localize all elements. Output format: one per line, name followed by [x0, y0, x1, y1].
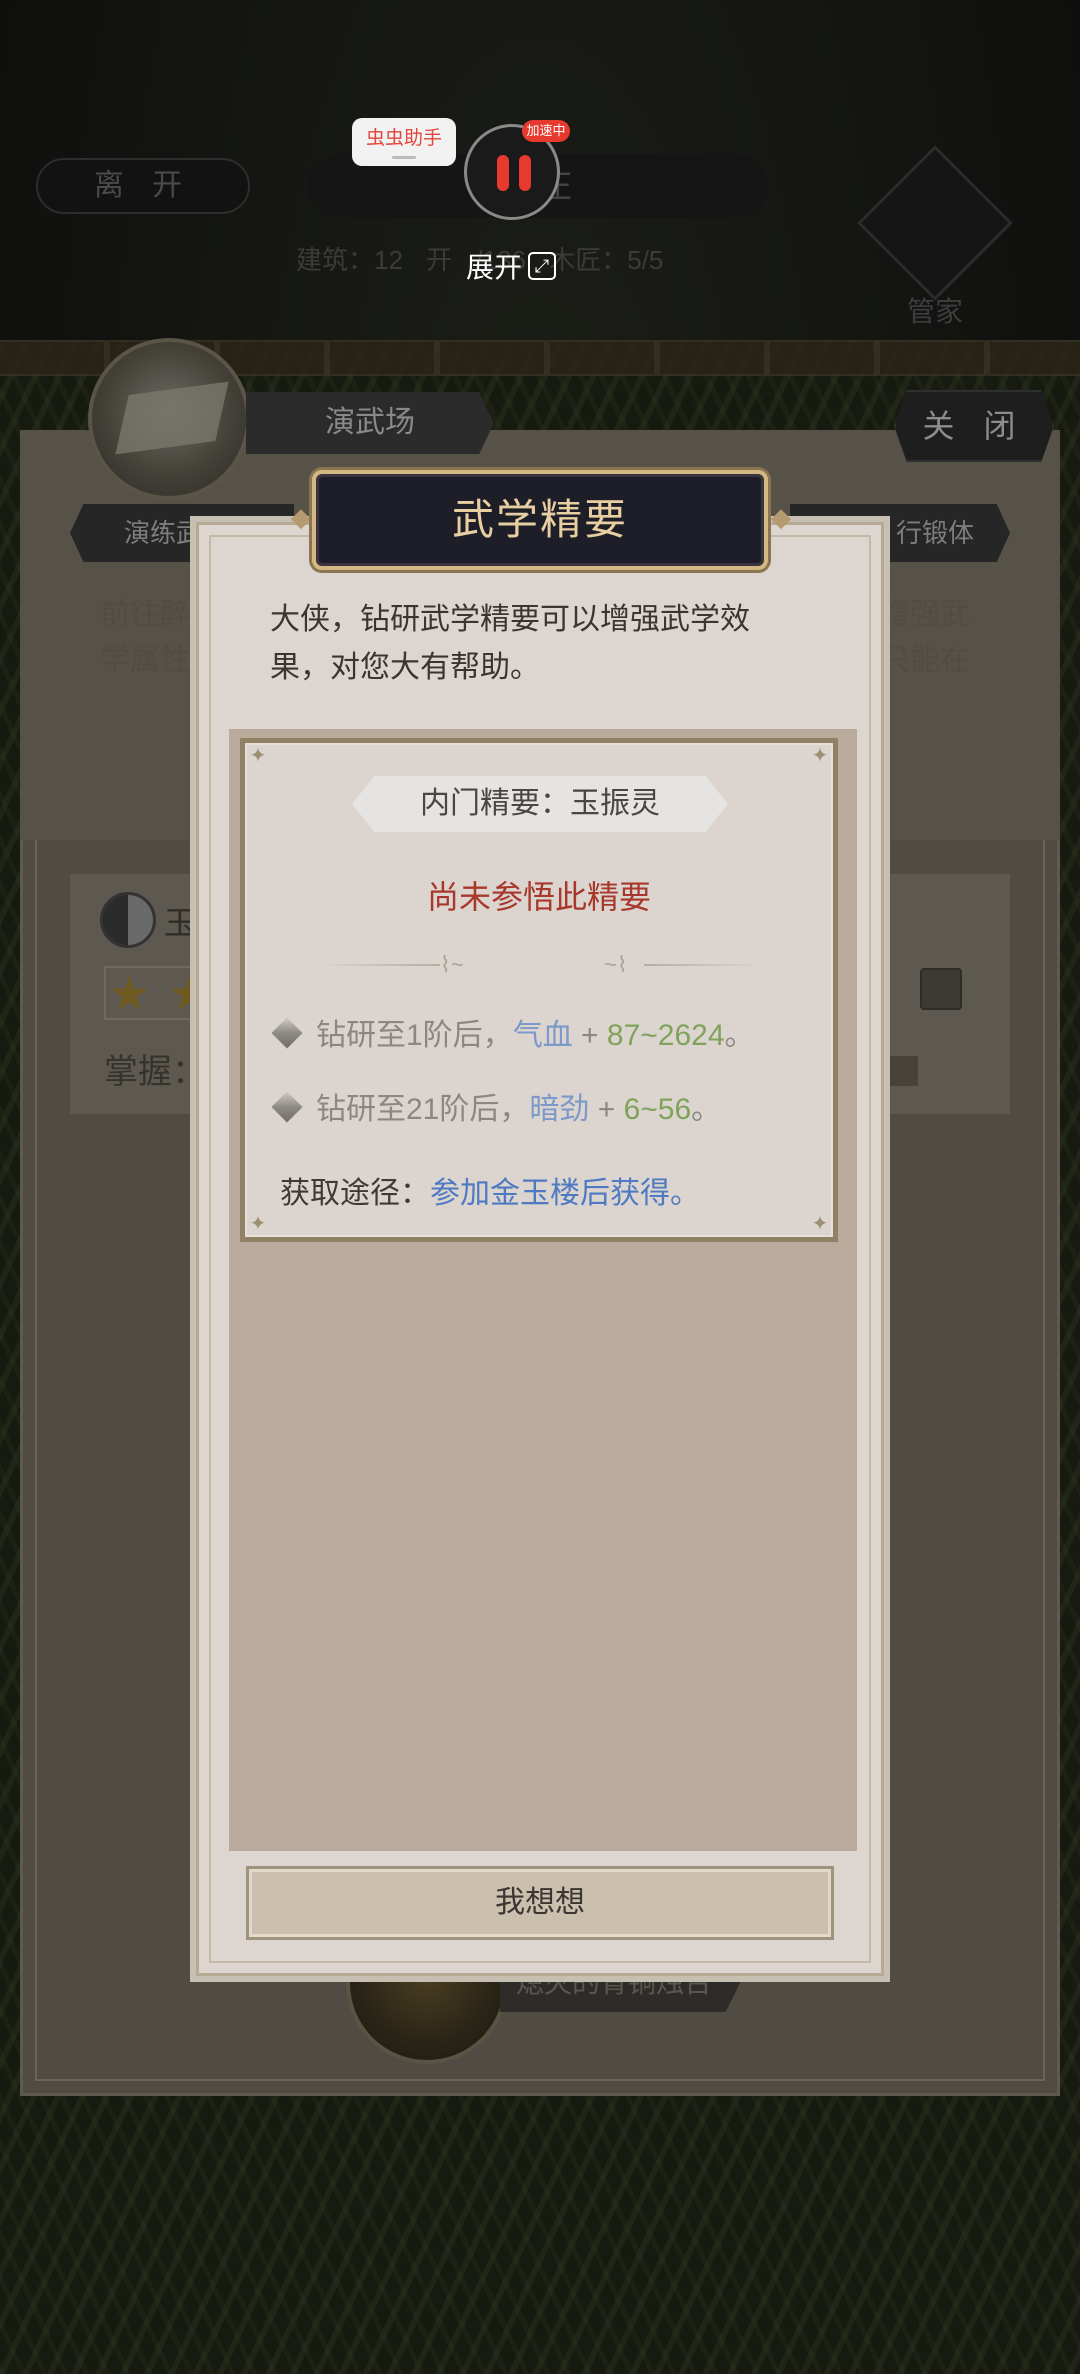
- arena-description-left: 前往醉 学属性: [100, 598, 190, 677]
- manor-stats: 建筑：12 开 /136 木匠：5/5: [296, 240, 816, 280]
- title-ornament-right: ◆: [771, 502, 791, 532]
- effect-line: 钻研至21阶后，暗劲 + 6~56。: [271, 1084, 796, 1128]
- helper-tag[interactable]: 虫虫助手: [352, 118, 456, 166]
- diamond-bullet-icon: [271, 1017, 303, 1049]
- arena-description-right: 增强武 只能在: [880, 598, 970, 677]
- expand-icon[interactable]: ⤢: [528, 252, 556, 280]
- divider-ornament: ⌇~: [440, 952, 464, 977]
- effect-attribute: 暗劲: [529, 1093, 590, 1126]
- source-link[interactable]: 参加金玉楼后获得。: [430, 1177, 700, 1210]
- essence-status: 尚未参悟此精要: [426, 879, 651, 915]
- dialog-intro: 大侠，钻研武学精要可以增强武学效果，对您大有帮助。: [270, 603, 750, 684]
- acquisition-source: 获取途径：参加金玉楼后获得。: [280, 1168, 700, 1212]
- effect-value: 6~56: [623, 1093, 692, 1126]
- divider-left: [316, 964, 440, 966]
- ponder-button[interactable]: 我想想: [246, 1866, 834, 1940]
- divider-right: [644, 964, 764, 966]
- divider-ornament: ~⌇: [604, 952, 628, 977]
- corner-ornament: ✦: [249, 1213, 267, 1235]
- effect-value: 87~2624: [606, 1019, 725, 1052]
- dialog-title-plate: 武学精要: [312, 470, 768, 570]
- corner-ornament: ✦: [811, 745, 829, 767]
- accelerating-badge: 加速中: [522, 120, 570, 142]
- arena-icon: [88, 338, 250, 500]
- star-icon: ★: [108, 968, 152, 1021]
- meditate-icon[interactable]: [920, 968, 962, 1010]
- steward-label: 管家: [906, 296, 963, 327]
- mastery-label: 掌握：: [104, 1053, 206, 1091]
- corner-ornament: ✦: [811, 1213, 829, 1235]
- martial-art-name: 玉: [164, 905, 197, 941]
- essence-name: 内门精要：玉振灵: [352, 776, 728, 832]
- diamond-bullet-icon: [271, 1091, 303, 1123]
- stat-buildings: 建筑：12: [296, 245, 403, 275]
- effect-line: 钻研至1阶后，气血 + 87~2624。: [271, 1010, 796, 1054]
- dialog-title: 武学精要: [451, 496, 628, 543]
- stat-open: 开: [426, 245, 453, 275]
- stat-carpenter: 木匠：5/5: [549, 245, 664, 275]
- pause-icon: [497, 155, 509, 191]
- expand-label[interactable]: 展开: [466, 246, 522, 286]
- arena-title: 演武场: [246, 392, 494, 454]
- effect-attribute: 气血: [512, 1019, 573, 1052]
- close-button[interactable]: 关 闭: [894, 390, 1054, 462]
- leave-button[interactable]: 离 开: [36, 158, 250, 214]
- yin-yang-icon: [100, 892, 156, 948]
- corner-ornament: ✦: [249, 745, 267, 767]
- source-label: 获取途径：: [280, 1177, 430, 1210]
